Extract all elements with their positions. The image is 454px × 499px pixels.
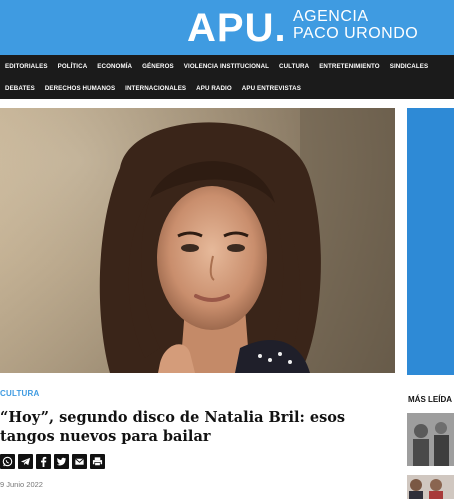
logo-line-2: PACO URONDO bbox=[293, 25, 419, 42]
logo-line-1: AGENCIA bbox=[293, 8, 369, 25]
nav-item-editoriales[interactable]: EDITORIALES bbox=[0, 63, 53, 70]
nav-item-derechos-humanos[interactable]: DERECHOS HUMANOS bbox=[40, 85, 120, 92]
whatsapp-icon[interactable] bbox=[0, 454, 15, 469]
nav-item-internacionales[interactable]: INTERNACIONALES bbox=[120, 85, 191, 92]
nav-item-economia[interactable]: ECONOMÍA bbox=[92, 63, 137, 70]
nav-item-sindicales[interactable]: SINDICALES bbox=[385, 63, 433, 70]
nav-item-cultura[interactable]: CULTURA bbox=[274, 63, 314, 70]
site-logo[interactable]: APU. bbox=[187, 6, 287, 50]
portrait-illustration bbox=[0, 108, 395, 373]
article-hero-image bbox=[0, 108, 395, 373]
article-date: 9 Junio 2022 bbox=[0, 480, 43, 489]
site-header: APU. AGENCIA PACO URONDO bbox=[0, 0, 454, 55]
nav-item-generos[interactable]: GÉNEROS bbox=[137, 63, 179, 70]
print-icon[interactable] bbox=[90, 454, 105, 469]
nav-row-2: DEBATES DERECHOS HUMANOS INTERNACIONALES… bbox=[0, 77, 306, 99]
article-category[interactable]: CULTURA bbox=[0, 389, 39, 398]
thumbnail-photo bbox=[407, 413, 454, 466]
sidebar-ad-banner[interactable] bbox=[407, 108, 454, 375]
telegram-icon[interactable] bbox=[18, 454, 33, 469]
nav-item-politica[interactable]: POLÍTICA bbox=[53, 63, 93, 70]
nav-item-apu-radio[interactable]: APU RADIO bbox=[191, 85, 237, 92]
sidebar-thumbnail[interactable] bbox=[407, 475, 454, 499]
twitter-icon[interactable] bbox=[54, 454, 69, 469]
nav-item-debates[interactable]: DEBATES bbox=[0, 85, 40, 92]
thumbnail-photo bbox=[407, 475, 454, 499]
nav-item-violencia-institucional[interactable]: VIOLENCIA INSTITUCIONAL bbox=[179, 63, 274, 70]
share-bar bbox=[0, 454, 105, 469]
nav-item-apu-entrevistas[interactable]: APU ENTREVISTAS bbox=[237, 85, 306, 92]
main-nav: EDITORIALES POLÍTICA ECONOMÍA GÉNEROS VI… bbox=[0, 55, 454, 99]
facebook-icon[interactable] bbox=[36, 454, 51, 469]
nav-row-1: EDITORIALES POLÍTICA ECONOMÍA GÉNEROS VI… bbox=[0, 55, 433, 77]
sidebar-thumbnail[interactable] bbox=[407, 413, 454, 466]
email-icon[interactable] bbox=[72, 454, 87, 469]
article-headline: “Hoy”, segundo disco de Natalia Bril: es… bbox=[0, 409, 346, 445]
site-logo-text[interactable]: AGENCIA PACO URONDO bbox=[293, 8, 418, 42]
sidebar-most-read-title: MÁS LEÍDA bbox=[408, 395, 452, 404]
nav-item-entretenimiento[interactable]: ENTRETENIMIENTO bbox=[314, 63, 385, 70]
